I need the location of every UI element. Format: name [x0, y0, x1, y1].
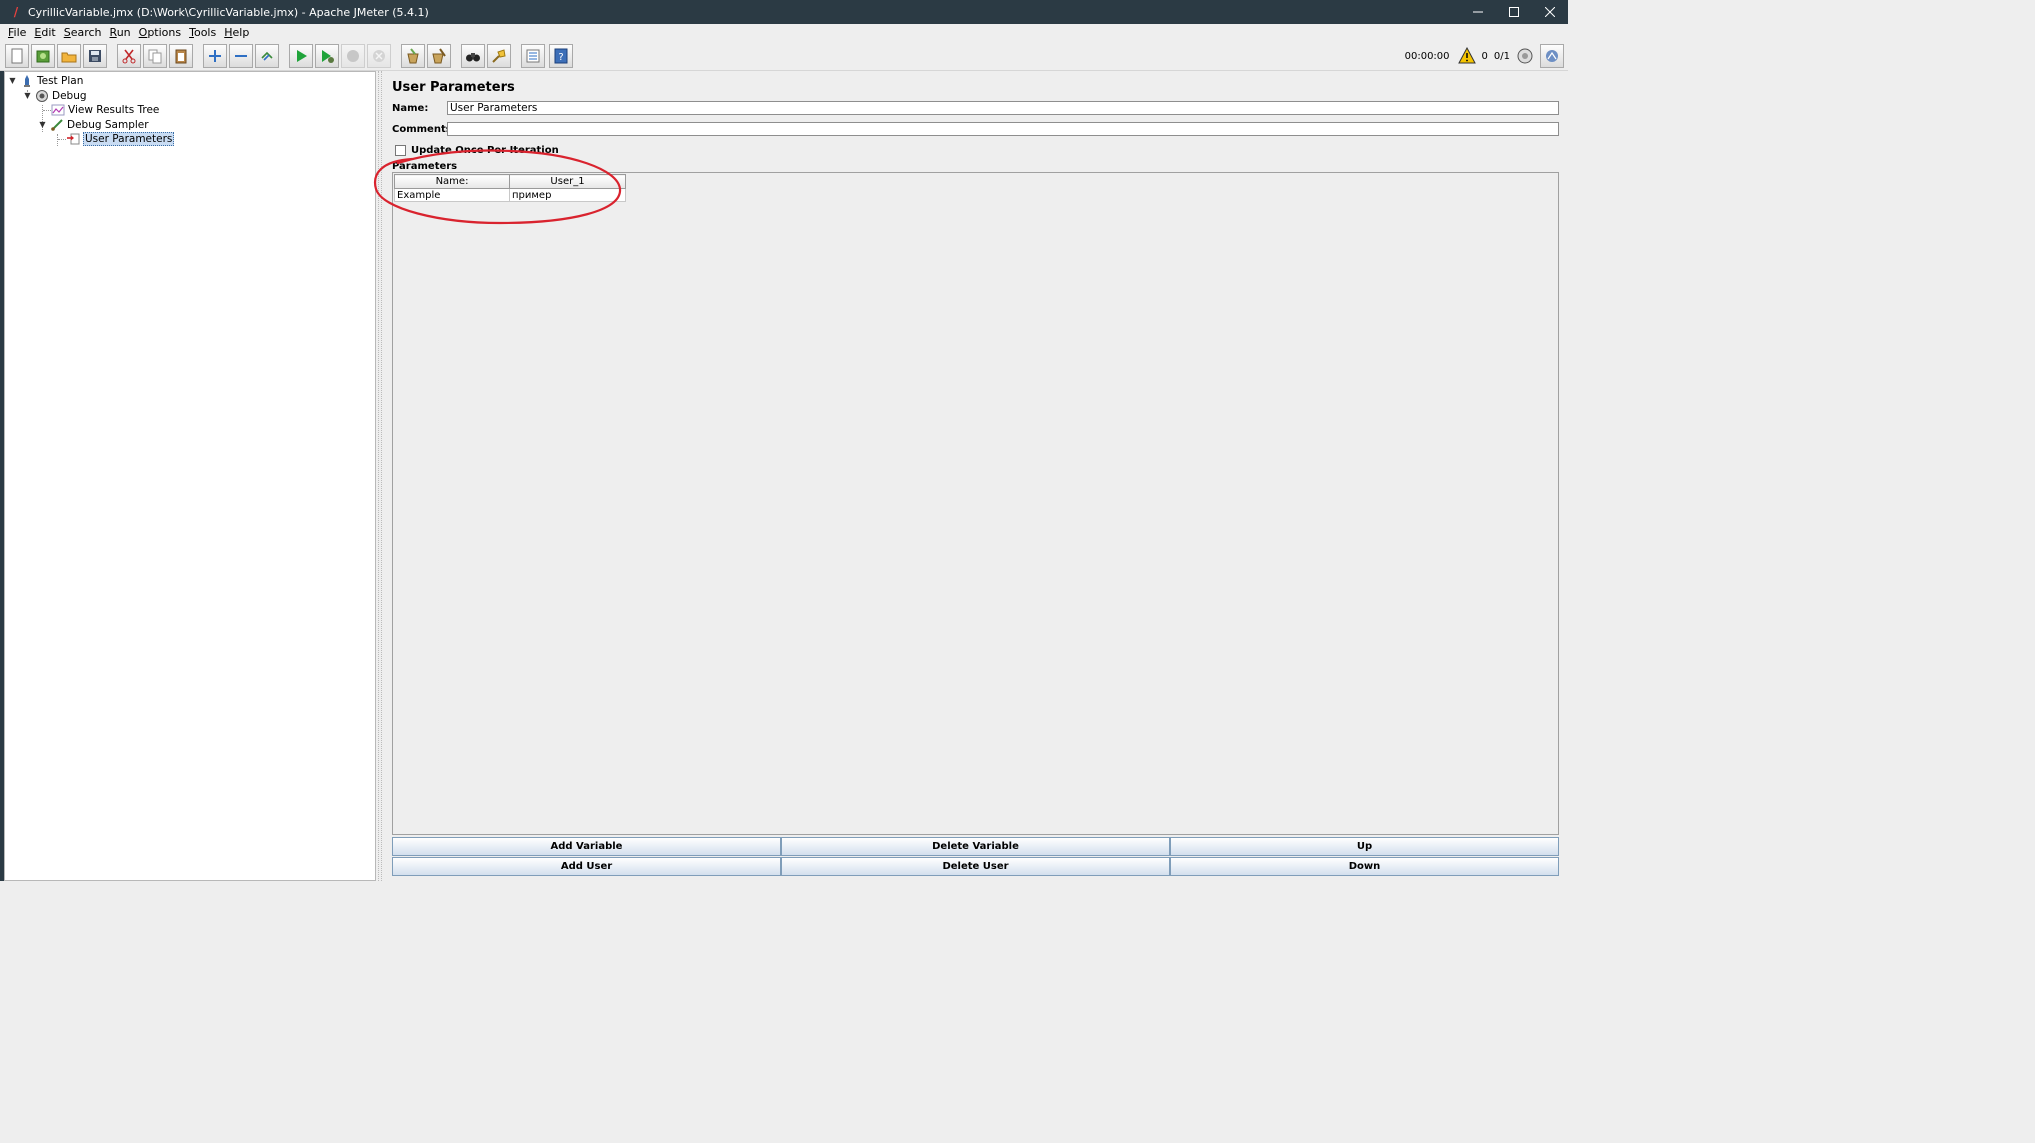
maximize-icon[interactable] — [1496, 0, 1532, 24]
tree-expand-handle[interactable]: ▼ — [23, 91, 32, 100]
log-viewer-icon[interactable] — [1540, 44, 1564, 68]
name-field[interactable]: User Parameters — [447, 101, 1559, 115]
search-icon[interactable] — [461, 44, 485, 68]
loop-status-icon — [1516, 47, 1534, 65]
preprocessor-icon — [66, 132, 80, 146]
elapsed-time: 00:00:00 — [1404, 50, 1450, 62]
tree-node-debug[interactable]: ▼ Debug — [23, 88, 87, 103]
test-plan-icon — [20, 74, 34, 88]
tree-line — [43, 110, 51, 111]
menu-edit[interactable]: Edit — [30, 26, 59, 39]
action-buttons: Add Variable Delete Variable Up Add User… — [392, 837, 1559, 877]
tree-line — [57, 134, 58, 146]
copy-icon[interactable] — [143, 44, 167, 68]
test-plan-tree[interactable]: ▼ Test Plan ▼ Debug View Results Tree ▼ … — [4, 71, 376, 881]
comments-field[interactable] — [447, 122, 1559, 136]
close-icon[interactable] — [1532, 0, 1568, 24]
parameters-label: Parameters — [392, 161, 458, 172]
down-button[interactable]: Down — [1170, 857, 1559, 876]
cut-icon[interactable] — [117, 44, 141, 68]
tree-expand-handle[interactable]: ▼ — [38, 120, 47, 129]
column-header-name[interactable]: Name: — [394, 174, 510, 189]
add-variable-button[interactable]: Add Variable — [392, 837, 781, 856]
parameters-table: Name: User_1 Example пример — [394, 174, 626, 202]
new-icon[interactable] — [5, 44, 29, 68]
menu-file[interactable]: File — [4, 26, 30, 39]
minimize-icon[interactable] — [1460, 0, 1496, 24]
split-pane-grip[interactable] — [378, 71, 382, 881]
paste-icon[interactable] — [169, 44, 193, 68]
add-user-button[interactable]: Add User — [392, 857, 781, 876]
menu-run[interactable]: Run — [106, 26, 135, 39]
save-icon[interactable] — [83, 44, 107, 68]
menu-bar: File Edit Search Run Options Tools Help — [0, 24, 1568, 41]
listener-icon — [51, 103, 65, 117]
svg-text:?: ? — [558, 52, 563, 63]
update-once-row[interactable]: Update Once Per Iteration — [395, 145, 559, 156]
tree-line — [58, 139, 66, 140]
jmeter-feather-icon: / — [13, 5, 19, 19]
table-cell-value[interactable]: пример — [509, 188, 626, 202]
active-threads: 0/1 — [1493, 50, 1510, 62]
start-icon[interactable] — [289, 44, 313, 68]
update-once-label: Update Once Per Iteration — [411, 145, 559, 156]
function-helper-icon[interactable] — [521, 44, 545, 68]
shutdown-icon[interactable] — [367, 44, 391, 68]
tree-expand-handle[interactable]: ▼ — [8, 76, 17, 85]
clear-icon[interactable] — [401, 44, 425, 68]
menu-help[interactable]: Help — [220, 26, 253, 39]
page-title: User Parameters — [392, 80, 515, 95]
tree-node-user-parameters[interactable]: User Parameters — [66, 131, 175, 146]
status-area: 00:00:00 0 0/1 — [1405, 44, 1564, 68]
error-count: 0 — [1481, 50, 1488, 62]
table-row[interactable]: Example пример — [394, 188, 626, 202]
up-button[interactable]: Up — [1170, 837, 1559, 856]
toggle-icon[interactable] — [255, 44, 279, 68]
reset-search-icon[interactable] — [487, 44, 511, 68]
name-label: Name: — [392, 103, 429, 114]
toolbar: ? 00:00:00 0 0/1 — [0, 41, 1568, 71]
window-title: CyrillicVariable.jmx (D:\Work\CyrillicVa… — [28, 5, 429, 19]
window-controls — [1460, 0, 1568, 24]
menu-options[interactable]: Options — [135, 26, 185, 39]
thread-group-icon — [35, 89, 49, 103]
sampler-icon — [50, 118, 64, 132]
delete-variable-button[interactable]: Delete Variable — [781, 837, 1170, 856]
delete-user-button[interactable]: Delete User — [781, 857, 1170, 876]
open-icon[interactable] — [57, 44, 81, 68]
table-cell-name[interactable]: Example — [394, 188, 510, 202]
expand-icon[interactable] — [203, 44, 227, 68]
collapse-icon[interactable] — [229, 44, 253, 68]
warning-icon[interactable] — [1457, 47, 1476, 65]
templates-icon[interactable] — [31, 44, 55, 68]
parameters-table-area[interactable]: Name: User_1 Example пример — [392, 172, 1559, 835]
column-header-user[interactable]: User_1 — [509, 174, 626, 189]
window-title-bar: / CyrillicVariable.jmx (D:\Work\Cyrillic… — [0, 0, 1568, 24]
stop-icon[interactable] — [341, 44, 365, 68]
editor-panel: User Parameters Name: User Parameters Co… — [384, 71, 1568, 881]
clear-all-icon[interactable] — [427, 44, 451, 68]
tree-node-debug-sampler[interactable]: ▼ Debug Sampler — [38, 117, 148, 132]
start-no-pause-icon[interactable] — [315, 44, 339, 68]
update-once-checkbox[interactable] — [395, 145, 406, 156]
menu-tools[interactable]: Tools — [185, 26, 220, 39]
tree-node-test-plan[interactable]: ▼ Test Plan — [8, 73, 83, 88]
menu-search[interactable]: Search — [60, 26, 106, 39]
tree-node-view-results-tree[interactable]: View Results Tree — [51, 102, 159, 117]
help-icon[interactable]: ? — [549, 44, 573, 68]
